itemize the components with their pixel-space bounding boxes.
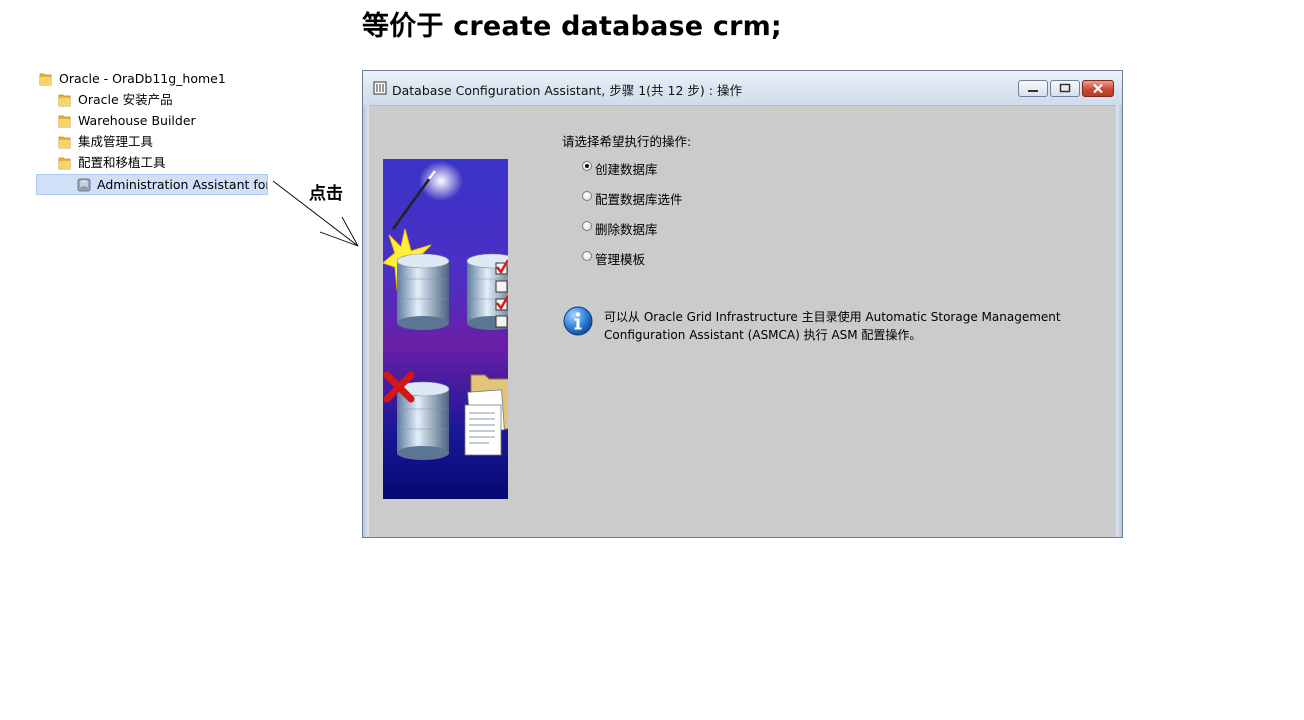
minimize-button[interactable]: [1018, 80, 1048, 97]
close-icon: [1093, 83, 1103, 94]
radio-button[interactable]: [582, 161, 592, 171]
operation-prompt: 请选择希望执行的操作:: [562, 134, 692, 149]
window-frame-left: [363, 105, 369, 537]
info-icon: [563, 306, 593, 336]
maximize-button[interactable]: [1050, 80, 1080, 97]
wizard-illustration: [383, 159, 508, 499]
database-icon: [373, 81, 387, 95]
radio-label: 创建数据库: [595, 162, 658, 177]
asm-info-message: 可以从 Oracle Grid Infrastructure 主目录使用 Aut…: [604, 310, 1061, 342]
radio-button[interactable]: [582, 191, 592, 201]
window-title: Database Configuration Assistant, 步骤 1(共…: [392, 83, 742, 98]
window-frame-right: [1116, 105, 1122, 537]
radio-label: 删除数据库: [595, 222, 658, 237]
radio-label: 配置数据库选件: [595, 192, 683, 207]
radio-label: 管理模板: [595, 252, 646, 267]
title-bar[interactable]: Database Configuration Assistant, 步骤 1(共…: [363, 71, 1122, 106]
close-button[interactable]: [1082, 80, 1114, 97]
radio-button[interactable]: [582, 251, 592, 261]
minimize-icon: [1028, 90, 1038, 92]
maximize-icon: [1059, 83, 1071, 93]
radio-button[interactable]: [582, 221, 592, 231]
